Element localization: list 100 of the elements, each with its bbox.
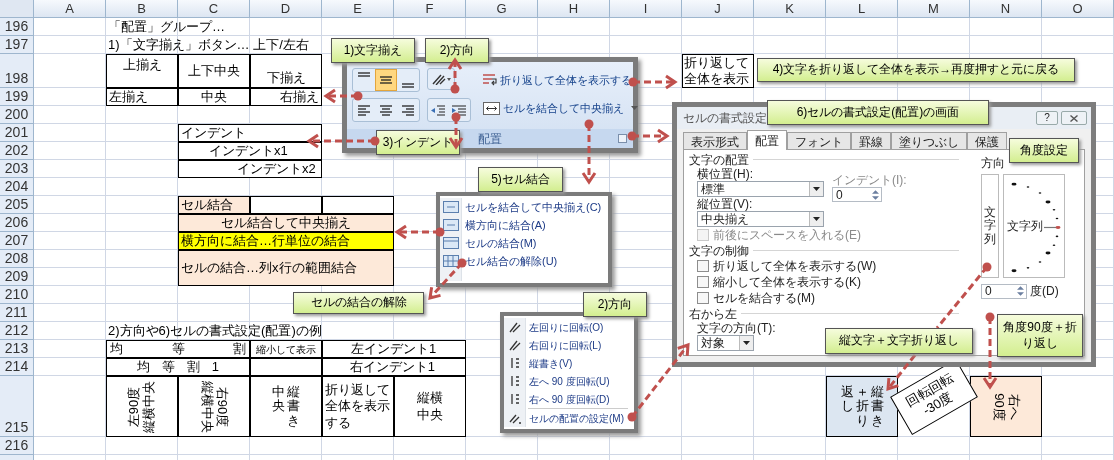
column-header[interactable]: J [682,0,754,18]
sheet-cell[interactable]: 横方向に結合…行単位の結合 [178,232,394,250]
merge-cells-icon [483,101,500,115]
sheet-cell[interactable]: 右90度 縦横中央 [178,376,250,437]
sheet-cell[interactable]: 右インデント1 [322,358,466,376]
row-header[interactable]: 207 [0,232,34,250]
align-top-icon [358,72,370,77]
row-header[interactable]: 215 [0,376,34,437]
menu-item[interactable]: セルの結合(M) [462,234,606,252]
horizontal-select[interactable]: 標準 [697,181,824,197]
dialog-tab[interactable]: 表示形式 [683,132,747,149]
field-label: 度(D) [1030,283,1059,300]
sheet-cell[interactable]: 右揃え [250,88,322,106]
vertical-select[interactable]: 中央揃え [697,211,824,227]
sheet-cell[interactable]: 中央 [178,88,250,106]
menu-item[interactable]: 横方向に結合(A) [462,216,606,234]
sheet-cell[interactable]: 上下中央 [178,54,250,88]
column-header[interactable]: D [250,0,322,18]
orientation-button[interactable] [427,68,455,90]
row-header[interactable]: 206 [0,214,34,232]
menu-item[interactable]: 左へ 90 度回転(U) [526,372,628,390]
help-button[interactable]: ? [1036,111,1058,125]
cell-text: 縦書き [287,385,300,428]
sheet-cell[interactable]: 縦横中央 [394,376,466,437]
row-header[interactable]: 198 [0,54,34,88]
sheet-cell[interactable]: 下揃え [250,54,322,88]
column-header[interactable]: I [610,0,682,18]
dialog-tab[interactable]: フォント [787,132,851,149]
sheet-cell[interactable]: 折り返して全体を表示 [682,54,754,88]
column-header[interactable]: K [754,0,826,18]
row-header[interactable]: 214 [0,358,34,376]
menu-item[interactable]: 右回りに回転(L) [526,336,628,354]
sheet-cell[interactable]: 上揃え [106,54,178,88]
dialog-tab[interactable]: 塗りつぶし [891,132,967,149]
column-header[interactable]: H [538,0,610,18]
vertical-text-option[interactable]: 文字列 [981,174,999,278]
checkbox[interactable] [697,292,709,304]
column-header[interactable]: G [466,0,538,18]
sheet-cell[interactable]: セル結合 [178,196,250,214]
menu-item[interactable]: セルを結合して中央揃え(C) [462,198,606,216]
menu-item[interactable]: 縦書き(V) [526,354,628,372]
row-header[interactable]: 213 [0,340,34,358]
column-header[interactable]: A [34,0,106,18]
row-header[interactable]: 201 [0,124,34,142]
row-header[interactable]: 203 [0,160,34,178]
row-header[interactable]: 204 [0,178,34,196]
column-header[interactable]: F [394,0,466,18]
row-header[interactable]: 205 [0,196,34,214]
row-header[interactable]: 196 [0,18,34,36]
row-header[interactable]: 209 [0,268,34,286]
orientation-dial[interactable]: 文字列 [1003,174,1065,278]
sheet-cell[interactable]: 均等割1 [106,358,250,376]
column-header[interactable]: N [970,0,1042,18]
sheet-cell[interactable]: 右へ 90度 [970,376,1042,437]
sheet-cell[interactable]: インデント [178,124,322,142]
close-button[interactable] [1061,111,1087,125]
dialog-tab[interactable]: 配置 [747,130,787,150]
degrees-spinner[interactable]: 0 [981,283,1027,299]
sheet-cell[interactable]: インデントx1 [178,142,322,160]
menu-item[interactable]: セルの配置の設定(M) [526,409,628,427]
direction-select[interactable]: 対象 [697,335,754,351]
sheet-cell[interactable]: 左揃え [106,88,178,106]
sheet-cell[interactable]: 返し ＋折り 縦書き [826,376,898,437]
row-header[interactable]: 202 [0,142,34,160]
menu-item[interactable]: セル結合の解除(U) [462,252,606,270]
menu-item[interactable]: 右へ 90 度回転(D) [526,390,628,408]
checkbox[interactable] [697,260,709,272]
column-header[interactable]: O [1042,0,1114,18]
sheet-cell[interactable]: 左90度 縦横中央 [106,376,178,437]
row-header[interactable]: 212 [0,322,34,340]
sheet-cell[interactable]: インデントx2 [178,160,322,178]
align-button[interactable] [375,69,397,91]
sheet-cell[interactable] [322,196,394,214]
menu-item[interactable]: 左回りに回転(O) [526,318,628,336]
sheet-cell[interactable] [250,358,322,376]
sheet-cell[interactable]: セルの結合…列x行の範囲結合 [178,250,394,286]
column-header[interactable]: M [898,0,970,18]
sheet-cell[interactable] [250,196,322,214]
row-header[interactable]: 199 [0,88,34,106]
row-header[interactable]: 216 [0,437,34,455]
checkbox[interactable] [697,276,709,288]
column-header[interactable]: B [106,0,178,18]
column-header[interactable]: C [178,0,250,18]
cell-text: 返し [840,385,854,414]
row-header[interactable]: 208 [0,250,34,268]
row-header[interactable]: 200 [0,106,34,124]
row-header[interactable]: 197 [0,36,34,54]
sheet-cell[interactable]: 折り返して全体を表示する [322,376,394,437]
dialog-tab[interactable]: 罫線 [851,132,891,149]
sheet-cell[interactable]: セル結合して中央揃え [178,214,394,232]
sheet-cell[interactable]: 中央 縦書き [250,376,322,437]
sheet-cell[interactable]: 縮小して表示 [250,340,322,358]
row-header[interactable]: 211 [0,304,34,322]
dialog-launcher-button[interactable] [618,134,627,143]
row-header[interactable]: 210 [0,286,34,304]
column-header[interactable]: E [322,0,394,18]
merge-center-button[interactable]: セルを結合して中央揃え [483,98,638,118]
column-header[interactable]: L [826,0,898,18]
sheet-cell[interactable]: 左インデント1 [322,340,466,358]
dialog-tab[interactable]: 保護 [967,132,1007,149]
